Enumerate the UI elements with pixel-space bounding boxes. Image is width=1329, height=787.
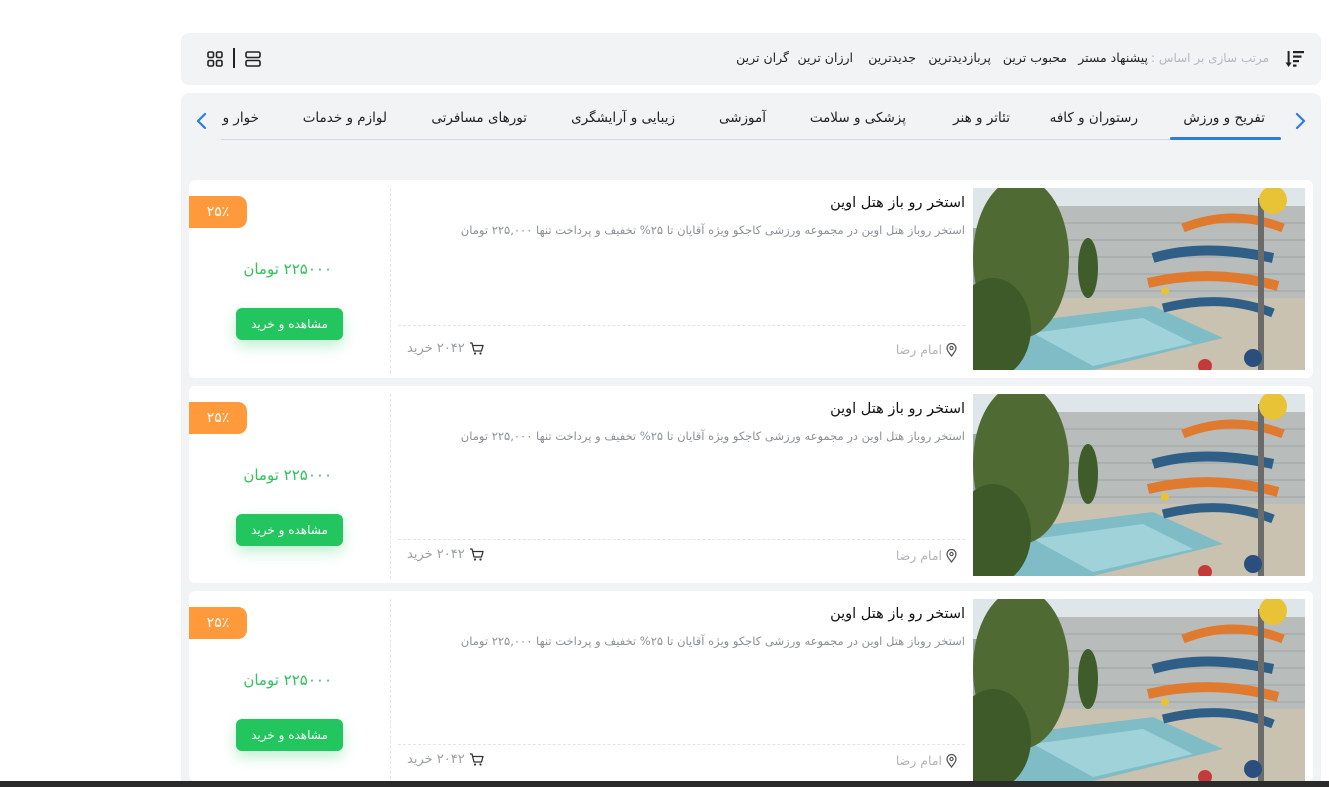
sort-option-most-expensive[interactable]: گران ترین — [736, 50, 789, 65]
deal-location: امام رضا — [896, 753, 957, 768]
tab-goods-services[interactable]: لوازم و خدمات — [303, 110, 387, 126]
tab-restaurant-cafe[interactable]: رستوران و کافه — [1050, 110, 1138, 126]
deal-purchase-count: ۲۰۴۲ خرید — [407, 752, 484, 767]
map-pin-icon — [946, 548, 957, 563]
deal-purchase-text: ۲۰۴۲ خرید — [407, 752, 465, 767]
deal-card: استخر رو باز هتل اوین استخر روباز هتل او… — [189, 386, 1313, 583]
deal-card: استخر رو باز هتل اوین استخر روباز هتل او… — [189, 180, 1313, 378]
view-and-buy-button[interactable]: مشاهده و خرید — [236, 308, 343, 340]
deal-location-text: امام رضا — [895, 342, 942, 357]
view-toggle-divider — [233, 48, 235, 68]
deal-purchase-text: ۲۰۴۲ خرید — [407, 547, 465, 562]
map-pin-icon — [946, 342, 957, 357]
sort-option-recommended[interactable]: پیشنهاد مستر — [1078, 50, 1148, 65]
deal-price: ۲۲۵۰۰۰ تومان — [243, 466, 332, 484]
sort-option-most-viewed[interactable]: پربازدیدترین — [928, 50, 991, 65]
deal-image[interactable] — [973, 394, 1305, 576]
sort-option-popular[interactable]: محبوب ترین — [1003, 50, 1067, 65]
deal-purchase-text: ۲۰۴۲ خرید — [407, 341, 465, 356]
tab-theater-art[interactable]: تئاتر و هنر — [953, 110, 1010, 126]
deal-location: امام رضا — [896, 342, 957, 357]
cart-icon — [469, 753, 484, 766]
tab-food[interactable]: خوار و — [223, 110, 259, 126]
chevron-left-icon[interactable] — [195, 112, 209, 130]
sort-prefix-label: مرتب سازی بر اساس : — [1150, 51, 1269, 65]
bottom-edge-bar — [0, 781, 1329, 787]
deal-image[interactable] — [973, 188, 1305, 370]
cart-icon — [469, 342, 484, 355]
card-divider — [390, 394, 391, 579]
deal-description: استخر روباز هتل اوین در مجموعه ورزشی کاج… — [460, 429, 965, 443]
card-divider — [398, 744, 965, 745]
tab-educational[interactable]: آموزشی — [719, 110, 766, 126]
category-tabs-baseline — [221, 139, 1281, 140]
cart-icon — [469, 548, 484, 561]
deal-card: استخر رو باز هتل اوین استخر روباز هتل او… — [189, 591, 1313, 781]
tab-entertainment-sport[interactable]: تفریح و ورزش — [1183, 110, 1265, 126]
card-divider — [390, 599, 391, 781]
discount-badge: ۲۵٪ — [189, 402, 247, 434]
sort-option-cheapest[interactable]: ارزان ترین — [797, 50, 853, 65]
deal-price: ۲۲۵۰۰۰ تومان — [243, 260, 332, 278]
deal-description: استخر روباز هتل اوین در مجموعه ورزشی کاج… — [460, 634, 965, 648]
deal-title[interactable]: استخر رو باز هتل اوین — [830, 195, 965, 211]
view-and-buy-button[interactable]: مشاهده و خرید — [236, 719, 343, 751]
discount-badge: ۲۵٪ — [189, 607, 247, 639]
tab-medical-health[interactable]: پزشکی و سلامت — [810, 110, 906, 126]
view-and-buy-button[interactable]: مشاهده و خرید — [236, 514, 343, 546]
deal-purchase-count: ۲۰۴۲ خرید — [407, 341, 484, 356]
tab-travel-tours[interactable]: تورهای مسافرتی — [431, 110, 527, 126]
map-pin-icon — [946, 753, 957, 768]
list-view-icon[interactable] — [245, 51, 261, 67]
deal-image[interactable] — [973, 599, 1305, 781]
card-divider — [398, 325, 965, 326]
deal-title[interactable]: استخر رو باز هتل اوین — [830, 401, 965, 417]
deal-location-text: امام رضا — [895, 548, 942, 563]
card-divider — [390, 188, 391, 373]
sort-option-newest[interactable]: جدیدترین — [868, 50, 916, 65]
sort-descending-icon[interactable] — [1285, 50, 1305, 68]
deal-location: امام رضا — [896, 548, 957, 563]
tab-beauty[interactable]: زیبایی و آرایشگری — [571, 110, 675, 126]
discount-badge: ۲۵٪ — [189, 196, 247, 228]
sort-bar: مرتب سازی بر اساس : پیشنهاد مستر محبوب ت… — [181, 33, 1321, 85]
deal-purchase-count: ۲۰۴۲ خرید — [407, 547, 484, 562]
deal-description: استخر روباز هتل اوین در مجموعه ورزشی کاج… — [460, 223, 965, 237]
active-tab-indicator — [1170, 137, 1281, 140]
card-divider — [398, 539, 965, 540]
chevron-right-icon[interactable] — [1293, 112, 1307, 130]
deal-location-text: امام رضا — [895, 753, 942, 768]
deal-title[interactable]: استخر رو باز هتل اوین — [830, 606, 965, 622]
deal-price: ۲۲۵۰۰۰ تومان — [243, 671, 332, 689]
grid-view-icon[interactable] — [207, 51, 223, 67]
